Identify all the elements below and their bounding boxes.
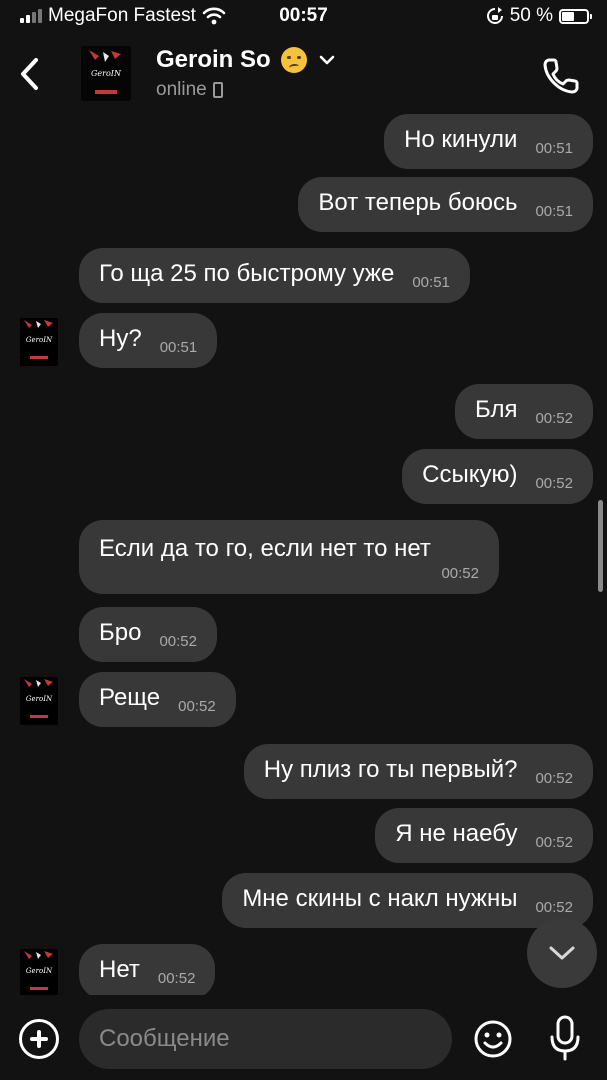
- avatar[interactable]: GeroIN: [81, 46, 131, 101]
- scrollbar[interactable]: [598, 500, 603, 592]
- message-text: Ну плиз го ты первый?: [263, 756, 518, 783]
- avatar-logo: GeroIN: [24, 320, 53, 359]
- contact-name[interactable]: Geroin So: [156, 46, 337, 74]
- message-outgoing[interactable]: Ну плиз го ты первый? 00:52: [243, 744, 593, 799]
- sender-avatar[interactable]: GeroIN: [20, 949, 58, 995]
- message-text: Бро: [99, 619, 142, 646]
- message-time: 00:52: [535, 410, 573, 427]
- message-text: Если да то го, если нет то нет: [99, 535, 431, 562]
- status-bar: MegaFon Fastest 00:57 50 %: [0, 0, 607, 34]
- contact-status: online: [156, 79, 223, 101]
- phone-icon[interactable]: [541, 56, 581, 96]
- message-outgoing[interactable]: Ссыкую) 00:52: [402, 449, 593, 504]
- message-incoming[interactable]: Нет 00:52: [79, 944, 216, 995]
- battery-icon: [559, 8, 592, 24]
- sender-avatar[interactable]: GeroIN: [20, 318, 58, 366]
- plus-circle-icon[interactable]: [19, 1019, 59, 1059]
- battery-percent: 50 %: [509, 5, 553, 26]
- message-time: 00:52: [178, 698, 216, 715]
- message-outgoing[interactable]: Я не наебу 00:52: [375, 808, 593, 863]
- svg-text:GeroIN: GeroIN: [26, 695, 53, 703]
- message-time: 00:52: [535, 834, 573, 851]
- contact-name-text: Geroin So: [156, 46, 271, 73]
- message-text: Ссыкую): [422, 461, 518, 488]
- message-time: 00:51: [535, 203, 573, 220]
- avatar-logo: GeroIN: [81, 46, 131, 101]
- message-time: 00:51: [412, 274, 450, 291]
- svg-text:GeroIN: GeroIN: [26, 336, 53, 344]
- microphone-icon[interactable]: [548, 1015, 582, 1061]
- svg-text:GeroIN: GeroIN: [26, 967, 53, 975]
- message-placeholder: Сообщение: [99, 1025, 230, 1052]
- message-outgoing[interactable]: Но кинули 00:51: [384, 114, 593, 169]
- message-incoming[interactable]: Реще 00:52: [79, 672, 236, 727]
- avatar-logo: GeroIN: [24, 679, 53, 718]
- smiley-icon[interactable]: [473, 1019, 513, 1059]
- message-text: Я не наебу: [395, 820, 518, 847]
- message-text: Мне скины с накл нужны: [242, 885, 518, 912]
- message-text: Вот теперь боюсь: [318, 189, 518, 216]
- message-text: Го ща 25 по быстрому уже: [99, 260, 395, 287]
- chevron-left-icon[interactable]: [14, 52, 48, 96]
- message-time: 00:51: [159, 339, 198, 356]
- message-time: 00:52: [157, 970, 196, 987]
- message-outgoing[interactable]: Бля 00:52: [454, 384, 593, 439]
- message-time: 00:52: [535, 899, 573, 916]
- message-text: Нет: [99, 956, 140, 983]
- message-input[interactable]: Сообщение: [79, 1009, 452, 1069]
- message-time: 00:52: [535, 770, 573, 787]
- scroll-to-bottom-button[interactable]: [527, 918, 597, 988]
- status-text: online: [156, 79, 207, 100]
- message-incoming[interactable]: Ну? 00:51: [79, 313, 218, 368]
- mobile-device-icon: [212, 82, 223, 98]
- message-list[interactable]: Но кинули 00:51 Вот теперь боюсь 00:51 Го …: [0, 110, 607, 995]
- message-text: Реще: [99, 684, 161, 711]
- battery-group: 50 %: [486, 5, 592, 27]
- message-text: Бля: [474, 396, 518, 423]
- chat-header: GeroIN Geroin So online: [0, 34, 607, 110]
- message-time: 00:51: [535, 140, 573, 157]
- avatar-logo: GeroIN: [24, 951, 53, 990]
- composer: Сообщение: [0, 995, 607, 1080]
- message-time: 00:52: [535, 475, 573, 492]
- battery-level: [562, 11, 574, 21]
- woozy-face-icon: [280, 47, 307, 73]
- message-incoming[interactable]: Если да то го, если нет то нет 00:52: [79, 520, 499, 594]
- message-incoming[interactable]: Бро 00:52: [79, 607, 217, 662]
- message-time: 00:52: [159, 633, 197, 650]
- message-time: 00:52: [441, 565, 479, 582]
- svg-text:GeroIN: GeroIN: [91, 69, 122, 78]
- message-outgoing[interactable]: Вот теперь боюсь 00:51: [298, 177, 593, 232]
- message-text: Ну?: [99, 325, 142, 352]
- message-outgoing[interactable]: Мне скины с накл нужны 00:52: [222, 873, 593, 928]
- message-incoming[interactable]: Го ща 25 по быстрому уже 00:51: [79, 248, 470, 303]
- orientation-lock-icon: [486, 7, 503, 24]
- sender-avatar[interactable]: GeroIN: [20, 677, 58, 725]
- chevron-down-icon: [549, 946, 575, 960]
- message-text: Но кинули: [404, 126, 518, 153]
- chevron-down-icon[interactable]: [317, 50, 337, 70]
